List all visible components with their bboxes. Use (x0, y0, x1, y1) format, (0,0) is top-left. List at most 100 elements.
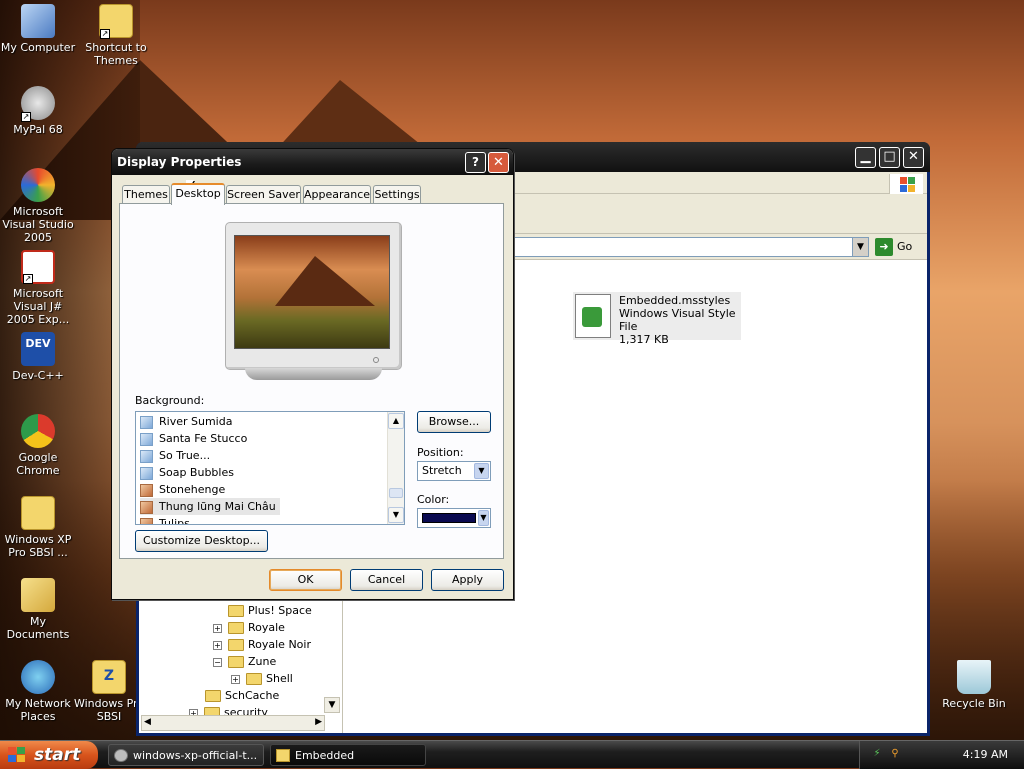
tab-settings[interactable]: Settings (373, 185, 421, 204)
background-listbox[interactable]: River Sumida Santa Fe Stucco So True... … (135, 411, 405, 525)
desktop-icon-shortcut-themes[interactable]: ↗ Shortcut to Themes (76, 4, 156, 67)
chevron-left-icon[interactable]: ◀ (144, 717, 151, 727)
scroll-down-button[interactable]: ▼ (388, 507, 404, 523)
list-item[interactable]: Santa Fe Stucco (140, 430, 251, 447)
address-dropdown-button[interactable]: ▼ (852, 238, 868, 256)
ok-button[interactable]: OK (269, 569, 342, 591)
minimize-button[interactable]: ▁ (855, 147, 876, 168)
go-button[interactable]: ➜ Go (875, 238, 912, 256)
list-item-label: Stonehenge (159, 483, 226, 496)
desktop-icon-windows-xp-sbsi[interactable]: Windows XP Pro SBSI ... (0, 496, 78, 559)
list-item-label: Thung lũng Mai Châu (159, 500, 276, 513)
scroll-up-button[interactable]: ▲ (388, 413, 404, 429)
tree-horizontal-scrollbar[interactable]: ◀ ▶ (141, 715, 325, 731)
apply-button[interactable]: Apply (431, 569, 504, 591)
desktop-icon-dev-cpp[interactable]: DEV Dev-C++ (0, 332, 78, 382)
dialog-titlebar[interactable]: Display Properties ? ✕ (112, 149, 513, 175)
desktop-icon-google-chrome[interactable]: Google Chrome (0, 414, 78, 477)
desktop-icon-label: Windows XP Pro SBSI ... (4, 533, 72, 559)
tree-item[interactable]: SchCache (205, 689, 279, 702)
start-button[interactable]: start (0, 741, 98, 769)
desktop-icon-recycle-bin[interactable]: Recycle Bin (934, 660, 1014, 710)
taskbar-item[interactable]: windows-xp-official-t... (108, 744, 264, 766)
position-value: Stretch (422, 464, 462, 477)
image-file-icon (140, 517, 153, 524)
desktop-tab-panel: Background: River Sumida Santa Fe Stucco… (119, 203, 504, 559)
desktop-icon-my-computer[interactable]: My Computer (0, 4, 78, 54)
dev-cpp-icon: DEV (21, 332, 55, 366)
address-input[interactable]: ▼ (509, 237, 869, 257)
chevron-down-icon[interactable]: ▼ (478, 510, 489, 526)
monitor-preview (225, 222, 402, 370)
tree-scroll-down-button[interactable]: ▼ (324, 697, 340, 713)
dev-cpp-badge: DEV (25, 337, 51, 350)
desktop-icon-label: My Network Places (5, 697, 71, 723)
file-item[interactable]: Embedded.msstyles Windows Visual Style F… (573, 292, 741, 346)
tree-item[interactable]: Plus! Space (228, 604, 312, 617)
taskbar-item-active[interactable]: Embedded (270, 744, 426, 766)
tree-item-label: Royale Noir (248, 638, 311, 651)
minimize-icon: ▁ (860, 149, 871, 164)
desktop-icon-mypal[interactable]: ↗ MyPal 68 (0, 86, 78, 136)
tab-label: Appearance (304, 188, 371, 201)
desktop-icon-my-network-places[interactable]: My Network Places (0, 660, 78, 723)
desktop-icon-label: Windows Pro SBSI (73, 697, 145, 723)
file-name: Embedded.msstyles (619, 294, 731, 307)
chevron-down-icon[interactable]: ▼ (474, 463, 489, 479)
image-file-icon (140, 432, 153, 446)
list-item-label: Santa Fe Stucco (159, 432, 248, 445)
tree-item[interactable]: + Shell (231, 672, 293, 685)
tree-item[interactable]: + Royale (213, 621, 285, 634)
folder-icon (228, 656, 244, 668)
clock[interactable]: 4:19 AM (963, 741, 1008, 769)
msstyles-file-icon (575, 294, 611, 338)
list-item[interactable]: So True... (140, 447, 214, 464)
list-item[interactable]: River Sumida (140, 413, 236, 430)
desktop-icon-visual-studio[interactable]: Microsoft Visual Studio 2005 (0, 168, 78, 244)
system-tray: ⚡ ⚲ 4:19 AM (859, 741, 1024, 769)
image-file-icon (140, 483, 153, 497)
customize-desktop-button[interactable]: Customize Desktop... (135, 530, 268, 552)
folder-icon (228, 605, 244, 617)
visual-jsharp-icon: ↗ (21, 250, 55, 284)
shortcut-arrow-icon: ↗ (21, 112, 31, 122)
color-picker[interactable]: ▼ (417, 508, 491, 528)
folder-icon (205, 690, 221, 702)
tree-item[interactable]: − Zune (213, 655, 276, 668)
tab-themes[interactable]: Themes (122, 185, 170, 204)
list-item[interactable]: Soap Bubbles (140, 464, 238, 481)
search-icon[interactable]: ⚲ (888, 747, 902, 761)
tab-appearance[interactable]: Appearance (303, 185, 371, 204)
expand-icon[interactable]: + (213, 623, 222, 633)
file-type: Windows Visual Style File (619, 307, 736, 333)
maximize-button[interactable]: □ (879, 147, 900, 168)
chevron-right-icon[interactable]: ▶ (315, 717, 322, 727)
cancel-button[interactable]: Cancel (350, 569, 423, 591)
listbox-scrollbar[interactable]: ▲ ▼ (387, 412, 404, 524)
safely-remove-icon[interactable]: ⚡ (870, 747, 884, 761)
list-item[interactable]: Stonehenge (140, 481, 229, 498)
color-label: Color: (417, 493, 450, 506)
browse-button[interactable]: Browse... (417, 411, 491, 433)
collapse-icon[interactable]: − (213, 657, 222, 667)
chevron-down-icon: ▼ (857, 242, 864, 252)
tab-desktop[interactable]: Desktop (171, 183, 225, 205)
list-item[interactable]: Tulips (140, 515, 194, 524)
folder-icon (228, 639, 244, 651)
position-select[interactable]: Stretch ▼ (417, 461, 491, 481)
help-button[interactable]: ? (465, 152, 486, 173)
tree-item[interactable]: + Royale Noir (213, 638, 311, 651)
dialog-close-button[interactable]: ✕ (488, 152, 509, 173)
desktop-icon-my-documents[interactable]: My Documents (0, 578, 78, 641)
tab-screen-saver[interactable]: Screen Saver (226, 185, 301, 204)
display-properties-dialog[interactable]: Display Properties ? ✕ Themes Desktop Sc… (111, 148, 514, 600)
desktop-icon-visual-jsharp[interactable]: ↗ Microsoft Visual J# 2005 Exp... (0, 250, 78, 326)
expand-icon[interactable]: + (231, 674, 240, 684)
close-icon: ✕ (908, 149, 919, 164)
desktop-icon-label: My Documents (6, 615, 70, 641)
expand-icon[interactable]: + (213, 640, 222, 650)
scroll-thumb[interactable] (389, 488, 403, 498)
list-item-selected[interactable]: Thung lũng Mai Châu (140, 498, 280, 515)
close-button[interactable]: ✕ (903, 147, 924, 168)
browser-icon (114, 749, 128, 762)
